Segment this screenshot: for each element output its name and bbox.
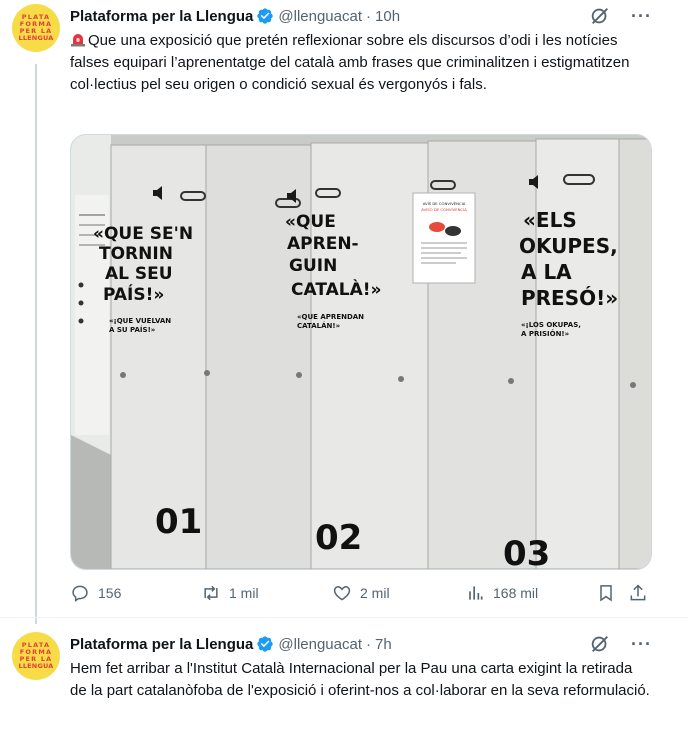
quote-line: AL SEU: [105, 264, 173, 284]
share-icon: [630, 584, 646, 601]
quote-line: CATALÀ!»: [291, 278, 381, 300]
quote-line: A LA: [521, 260, 572, 284]
tweet-text: Que una exposició que pretén reflexionar…: [70, 30, 650, 96]
translation-line: «QUE APRENDAN: [297, 313, 364, 321]
views-button[interactable]: 168 mil: [465, 583, 538, 603]
locker-number: 01: [155, 502, 202, 542]
tweet-text-body: Que una exposició que pretén reflexionar…: [70, 32, 630, 93]
quote-line: TORNIN: [99, 244, 173, 264]
bookmark-button[interactable]: [596, 583, 616, 603]
timestamp[interactable]: 7h: [375, 636, 392, 653]
views-count: 168 mil: [493, 585, 539, 601]
quote-line: PAÍS!»: [103, 283, 164, 305]
translation-line: CATALÁN!»: [297, 321, 340, 330]
reply-button[interactable]: 156: [70, 583, 121, 603]
thread-line: [35, 64, 37, 624]
tweet-text: Hem fet arribar a l'Institut Català Inte…: [70, 658, 650, 702]
quote-line: APREN-: [287, 234, 359, 254]
views-icon: [469, 586, 483, 600]
locker-number: 02: [315, 518, 362, 558]
timestamp[interactable]: 10h: [375, 8, 400, 25]
quote-line: PRESÓ!»: [521, 286, 618, 310]
author-handle[interactable]: @llenguacat: [278, 636, 362, 653]
tweet-top-icons: ···: [589, 633, 652, 655]
notice-sheet: AVÍS DE CONVIVÈNCIA AVISO DE CONVIVENCIA: [412, 192, 476, 284]
tweet-top-icons: ···: [589, 5, 652, 27]
tweet-actions: 156 1 mil 2 mil 168 mil: [70, 583, 650, 607]
separator-dot: ·: [366, 7, 372, 25]
avatar[interactable]: PLATA FORMA PER LA LLENGUA: [12, 632, 60, 680]
translation-line: A SU PAÍS!»: [109, 325, 155, 334]
grok-icon[interactable]: [589, 5, 611, 27]
author-name[interactable]: Plataforma per la Llengua: [70, 636, 253, 653]
reply-icon: [72, 585, 88, 602]
author-handle[interactable]: @llenguacat: [278, 8, 362, 25]
tweet-media-image[interactable]: AVÍS DE CONVIVÈNCIA AVISO DE CONVIVENCIA…: [70, 134, 652, 570]
separator-dot: ·: [366, 635, 372, 653]
grok-icon[interactable]: [589, 633, 611, 655]
bookmark-icon: [600, 585, 612, 602]
tweet-header: Plataforma per la Llengua @llenguacat · …: [70, 6, 400, 26]
lockers-photo: AVÍS DE CONVIVÈNCIA AVISO DE CONVIVENCIA…: [71, 135, 651, 569]
repost-button[interactable]: 1 mil: [201, 583, 259, 603]
more-icon[interactable]: ···: [631, 7, 652, 25]
notice-title-line: AVISO DE CONVIVENCIA: [421, 207, 467, 212]
translation-line: A PRISIÓN!»: [521, 329, 569, 338]
locker-number: 03: [503, 534, 550, 569]
repost-icon: [204, 585, 218, 601]
tweet-text-body: Hem fet arribar a l'Institut Català Inte…: [70, 660, 650, 699]
quote-line: «QUE: [285, 212, 336, 232]
translation-line: «¡LOS OKUPAS,: [521, 321, 581, 329]
quote-line: «QUE SE'N: [93, 224, 193, 244]
tweet-divider: [0, 617, 688, 618]
like-button[interactable]: 2 mil: [332, 583, 390, 603]
quote-line: OKUPES,: [519, 234, 618, 258]
repost-count: 1 mil: [229, 585, 259, 601]
siren-emoji-icon: [71, 34, 85, 47]
author-name[interactable]: Plataforma per la Llengua: [70, 8, 253, 25]
share-button[interactable]: [628, 583, 648, 603]
like-count: 2 mil: [360, 585, 390, 601]
avatar[interactable]: PLATA FORMA PER LA LLENGUA: [12, 4, 60, 52]
reply-count: 156: [98, 585, 122, 601]
verified-badge-icon: [257, 636, 274, 652]
translation-line: «¡QUE VUELVAN: [109, 317, 171, 325]
like-icon: [333, 586, 351, 601]
avatar-line: LLENGUA: [18, 34, 54, 43]
quote-line: «ELS: [523, 208, 577, 232]
avatar-line: LLENGUA: [18, 662, 54, 671]
notice-title-line: AVÍS DE CONVIVÈNCIA: [423, 201, 466, 206]
more-icon[interactable]: ···: [631, 635, 652, 653]
verified-badge-icon: [257, 8, 274, 24]
quote-line: GUIN: [289, 256, 337, 276]
tweet-header: Plataforma per la Llengua @llenguacat · …: [70, 634, 392, 654]
